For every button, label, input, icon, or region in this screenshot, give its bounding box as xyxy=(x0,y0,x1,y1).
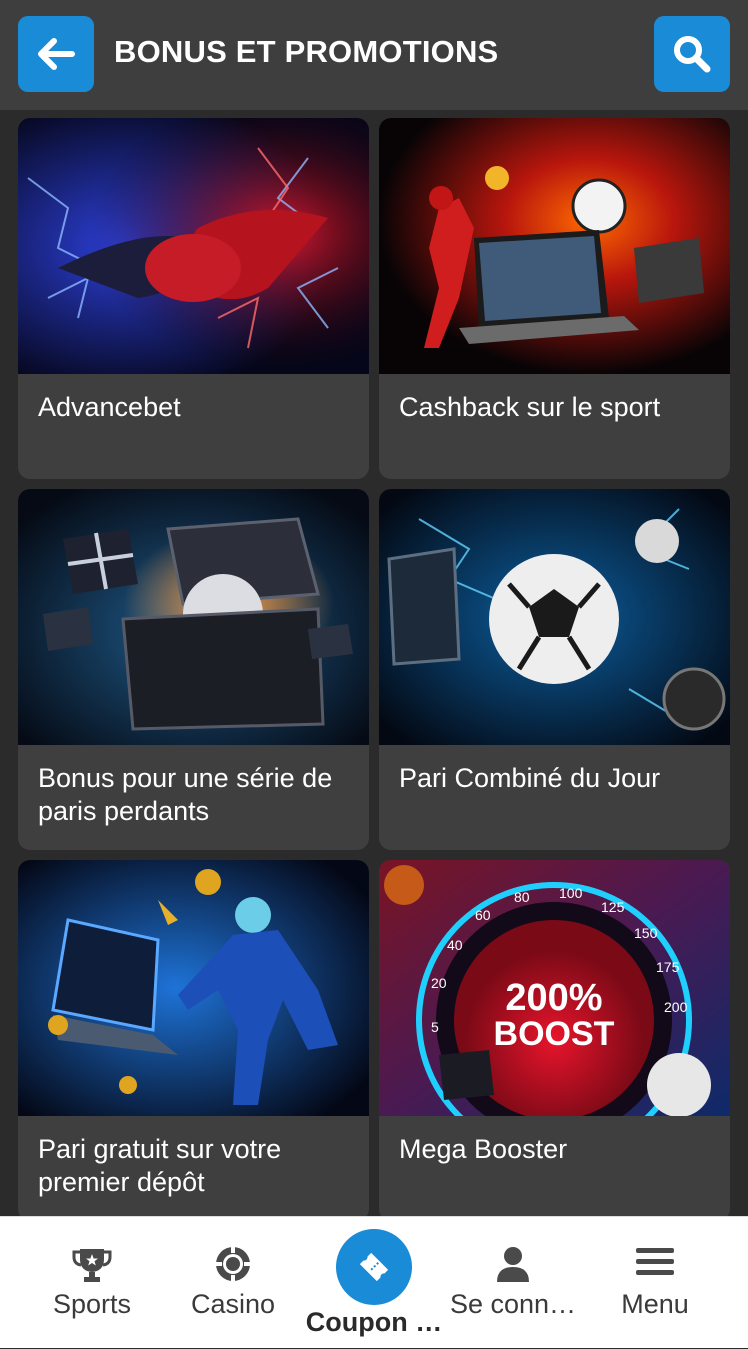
gauge-tick: 40 xyxy=(447,937,463,953)
nav-casino[interactable]: Casino xyxy=(163,1217,303,1349)
promo-label: Pari gratuit sur votre premier dépôt xyxy=(38,1134,282,1197)
promo-label: Pari Combiné du Jour xyxy=(399,763,661,793)
gauge-tick: 175 xyxy=(656,959,680,975)
gauge-tick: 100 xyxy=(559,885,583,901)
user-icon xyxy=(497,1247,529,1282)
ticket-icon xyxy=(359,1252,389,1282)
nav-label: Se conn… xyxy=(449,1289,577,1319)
nav-sports[interactable]: Sports xyxy=(22,1217,162,1349)
promo-image-soccer-electric xyxy=(379,489,730,745)
nav-coupon[interactable] xyxy=(336,1229,412,1305)
trophy-icon xyxy=(72,1249,112,1282)
gauge-tick: 60 xyxy=(475,907,491,923)
promo-image-handshake xyxy=(18,118,369,374)
nav-label: Sports xyxy=(52,1289,132,1319)
promo-label: Advancebet xyxy=(38,392,181,422)
nav-login[interactable]: Se conn… xyxy=(443,1217,583,1349)
nav-coupon-label[interactable]: Coupon … xyxy=(300,1307,448,1338)
nav-label: Casino xyxy=(190,1289,276,1319)
hamburger-menu-icon xyxy=(636,1248,674,1275)
promotions-grid: Advancebet Cashback sur le sport Bonus p… xyxy=(18,118,730,1221)
promo-card-combo-of-day[interactable]: Pari Combiné du Jour xyxy=(379,489,730,850)
gauge-tick: 80 xyxy=(514,889,530,905)
nav-menu[interactable]: Menu xyxy=(585,1217,725,1349)
promo-image-speedometer-boost: 5 20 40 60 80 100 125 150 175 200 200% B… xyxy=(379,860,730,1116)
promo-card-losing-streak[interactable]: Bonus pour une série de paris perdants xyxy=(18,489,369,850)
arrow-left-icon xyxy=(38,38,75,70)
gauge-tick: 150 xyxy=(634,925,658,941)
search-button[interactable] xyxy=(654,16,730,92)
back-button[interactable] xyxy=(18,16,94,92)
gauge-tick: 20 xyxy=(431,975,447,991)
promo-card-mega-booster[interactable]: 5 20 40 60 80 100 125 150 175 200 200% B… xyxy=(379,860,730,1221)
promo-card-free-bet[interactable]: Pari gratuit sur votre premier dépôt xyxy=(18,860,369,1221)
search-icon xyxy=(674,36,711,73)
promo-image-player-laptop xyxy=(18,860,369,1116)
page-title: BONUS ET PROMOTIONS xyxy=(114,34,499,69)
boost-percent: 200% xyxy=(505,977,602,1019)
top-bar: BONUS ET PROMOTIONS xyxy=(0,0,748,110)
promo-card-cashback[interactable]: Cashback sur le sport xyxy=(379,118,730,479)
bottom-navigation: Sports Casino Coupon … Se conn… Menu xyxy=(0,1216,748,1348)
promo-card-advancebet[interactable]: Advancebet xyxy=(18,118,369,479)
gauge-tick: 200 xyxy=(664,999,688,1015)
boost-word: BOOST xyxy=(494,1015,615,1053)
promo-label: Cashback sur le sport xyxy=(399,392,661,422)
promo-image-football-laptop xyxy=(379,118,730,374)
gauge-tick: 5 xyxy=(431,1019,439,1035)
promo-label: Mega Booster xyxy=(399,1134,568,1164)
promo-image-gift-chest xyxy=(18,489,369,745)
promo-label: Bonus pour une série de paris perdants xyxy=(38,763,333,826)
casino-chip-icon xyxy=(216,1247,250,1281)
gauge-tick: 125 xyxy=(601,899,625,915)
nav-label: Menu xyxy=(621,1289,689,1319)
